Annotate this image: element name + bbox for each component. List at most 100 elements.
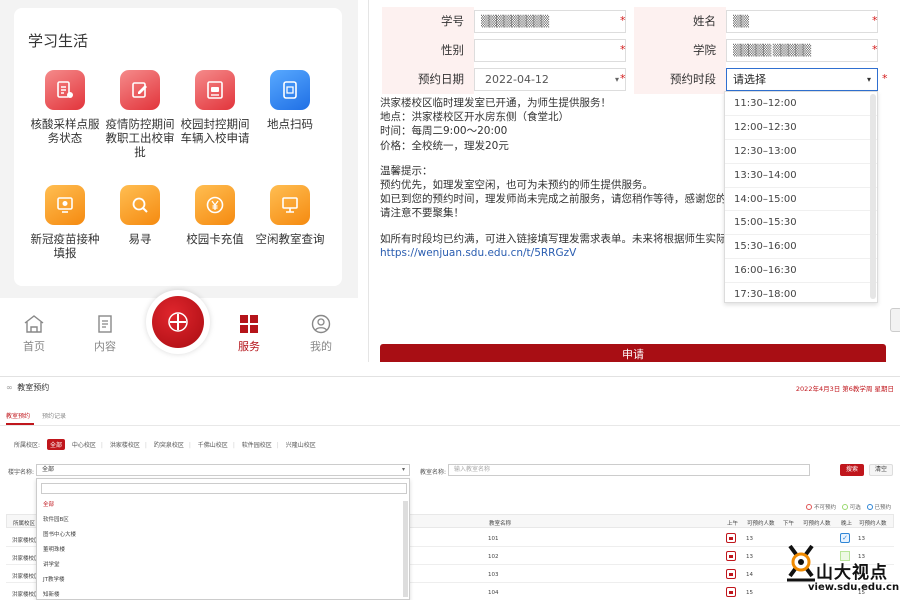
date-field[interactable]: 2022-04-12 ▾ xyxy=(474,68,626,91)
building-option[interactable]: 软件园B区 xyxy=(43,515,69,523)
column-header: 可预约人数 xyxy=(803,521,831,527)
page-title: ∞ 教室预约 xyxy=(6,382,49,393)
slot-select[interactable]: 请选择 ▾ xyxy=(726,68,878,91)
required-mark: * xyxy=(882,72,888,85)
page-tabs: 教室预约 预约记录 xyxy=(6,411,76,423)
watermark-url: view.sdu.edu.cn xyxy=(808,582,900,593)
page-title-text: 教室预约 xyxy=(17,383,50,392)
scan-icon xyxy=(270,70,310,110)
student-id-label: 学号 xyxy=(382,7,474,36)
college-field[interactable]: ▒▒▒▒▒ ▒▒▒▒▒ xyxy=(726,39,878,62)
column-header: 可预约人数 xyxy=(747,521,775,527)
lock-icon xyxy=(726,551,736,561)
college-label: 学院 xyxy=(634,36,726,65)
service-vaccine[interactable]: 新冠疫苗接种填报 xyxy=(25,185,105,260)
service-label: 新冠疫苗接种填报 xyxy=(30,232,100,260)
survey-link[interactable]: https://wenjuan.sdu.edu.cn/t/5RRGzV xyxy=(380,246,725,260)
service-nucleic-test[interactable]: 核酸采样点服务状态 xyxy=(25,70,105,145)
column-header: 教室名称 xyxy=(489,521,512,527)
required-mark: * xyxy=(872,43,878,56)
service-label: 核酸采样点服务状态 xyxy=(30,117,100,145)
service-label: 疫情防控期间教职工出校审批 xyxy=(105,117,175,159)
submit-button[interactable]: 申请 xyxy=(380,344,886,362)
gender-field[interactable] xyxy=(474,39,626,62)
service-free-classroom[interactable]: 空闲教室查询 xyxy=(250,185,330,246)
tab-content[interactable]: 内容 xyxy=(80,314,130,354)
service-label: 易寻 xyxy=(128,232,152,246)
building-search-input[interactable] xyxy=(41,483,407,494)
cell-am-count: 13 xyxy=(746,536,753,542)
lock-icon xyxy=(726,533,736,543)
building-option[interactable]: 知新楼 xyxy=(43,590,60,598)
campus-option-all[interactable]: 全部 xyxy=(46,439,65,450)
dropdown-scrollbar[interactable] xyxy=(870,94,876,299)
form-row-3: 预约日期 2022-04-12 ▾ * 预约时段 请选择 ▾ * xyxy=(382,65,890,94)
cell-room: 101 xyxy=(488,536,499,542)
slot-option[interactable]: 11:30–12:00 xyxy=(725,92,877,116)
campus-option[interactable]: 软件园校区 xyxy=(242,440,272,449)
campus-option[interactable]: 洪家楼校区 xyxy=(110,440,140,449)
chevron-down-icon: ▾ xyxy=(614,75,619,84)
search-button[interactable]: 搜索 xyxy=(840,464,864,476)
slot-option[interactable]: 16:00–16:30 xyxy=(725,259,877,284)
service-yixun[interactable]: 易寻 xyxy=(100,185,180,246)
clear-button[interactable]: 清空 xyxy=(869,464,893,476)
tab-classroom-booking[interactable]: 教室预约 xyxy=(6,413,30,420)
notice-line: 如所有时段均已约满，可进入链接填写理发需求表单。未来将根据师生实际需求量，尽 xyxy=(380,232,779,245)
service-scan-location[interactable]: 地点扫码 xyxy=(250,70,330,131)
slot-option[interactable]: 15:30–16:00 xyxy=(725,235,877,260)
service-label: 空闲教室查询 xyxy=(255,232,325,246)
notice-line: 洪家楼校区临时理发室已开通，为师生提供服务！ xyxy=(380,97,611,109)
service-card-recharge[interactable]: 校园卡充值 xyxy=(175,185,255,246)
slot-option[interactable]: 17:30–18:00 xyxy=(725,283,877,307)
building-option[interactable]: 图书中心大楼 xyxy=(43,530,76,538)
service-label: 校园封控期间车辆入校申请 xyxy=(180,117,250,145)
form-row-2: 性别 * 学院 ▒▒▒▒▒ ▒▒▒▒▒ * xyxy=(382,36,890,65)
slot-option[interactable]: 14:00–15:00 xyxy=(725,188,877,212)
required-mark: * xyxy=(872,14,878,27)
campus-option[interactable]: 趵突泉校区 xyxy=(154,440,184,449)
tab-label: 我的 xyxy=(310,340,332,353)
service-vehicle-entry[interactable]: 校园封控期间车辆入校申请 xyxy=(175,70,255,145)
campus-option[interactable]: 千佛山校区 xyxy=(198,440,228,449)
tab-label: 内容 xyxy=(94,340,116,353)
tab-home[interactable]: 首页 xyxy=(9,314,59,354)
room-input[interactable]: 输入教室名称 xyxy=(448,464,810,476)
legend-dot xyxy=(866,504,873,510)
building-option[interactable]: JT教学楼 xyxy=(43,575,64,583)
building-value: 全部 xyxy=(42,466,55,473)
name-label: 姓名 xyxy=(634,7,726,36)
slot-option[interactable]: 15:00–15:30 xyxy=(725,211,877,236)
legend-dot xyxy=(841,504,848,510)
service-staff-exit[interactable]: 疫情防控期间教职工出校审批 xyxy=(100,70,180,159)
slot-option[interactable]: 12:00–12:30 xyxy=(725,116,877,140)
document-icon xyxy=(98,315,112,333)
column-header: 可预约人数 xyxy=(859,521,887,527)
dropdown-scrollbar[interactable] xyxy=(403,501,408,597)
required-mark: * xyxy=(620,43,626,56)
tab-services[interactable]: 服务 xyxy=(224,314,274,354)
watermark-logo-icon xyxy=(787,544,815,582)
slot-option[interactable]: 13:30–14:00 xyxy=(725,164,877,188)
name-field[interactable]: ▒▒ xyxy=(726,10,878,33)
service-label: 校园卡充值 xyxy=(186,232,244,246)
tab-mine[interactable]: 我的 xyxy=(296,314,346,354)
notice-line: 价格：全校统一，理发20元 xyxy=(380,139,509,152)
center-logo-button[interactable] xyxy=(146,290,210,354)
notice-line: 如已到您的预约时间，理发师尚未完成之前服务，请您稍作等待，感谢您的理解。 xyxy=(380,193,758,206)
building-dropdown: 全部 软件园B区 图书中心大楼 董明珠楼 讲学堂 JT教学楼 知新楼 xyxy=(36,478,410,600)
form-row-1: 学号 ▒▒▒▒▒▒▒▒▒ * 姓名 ▒▒ * xyxy=(382,7,890,36)
date-label: 预约日期 xyxy=(382,65,474,94)
tab-booking-records[interactable]: 预约记录 xyxy=(42,413,66,420)
building-select[interactable]: 全部 ▾ xyxy=(36,464,410,476)
slot-option[interactable]: 12:30–13:00 xyxy=(725,140,877,164)
student-id-field[interactable]: ▒▒▒▒▒▒▒▒▒ xyxy=(474,10,626,33)
building-option[interactable]: 讲学堂 xyxy=(43,560,60,568)
university-logo-icon xyxy=(152,296,204,348)
side-handle[interactable] xyxy=(890,308,900,332)
building-option[interactable]: 全部 xyxy=(43,500,54,508)
notice-line: 温馨提示： xyxy=(380,164,433,177)
building-option[interactable]: 董明珠楼 xyxy=(43,545,65,553)
campus-option[interactable]: 中心校区 xyxy=(72,440,96,449)
campus-option[interactable]: 兴隆山校区 xyxy=(286,440,316,449)
